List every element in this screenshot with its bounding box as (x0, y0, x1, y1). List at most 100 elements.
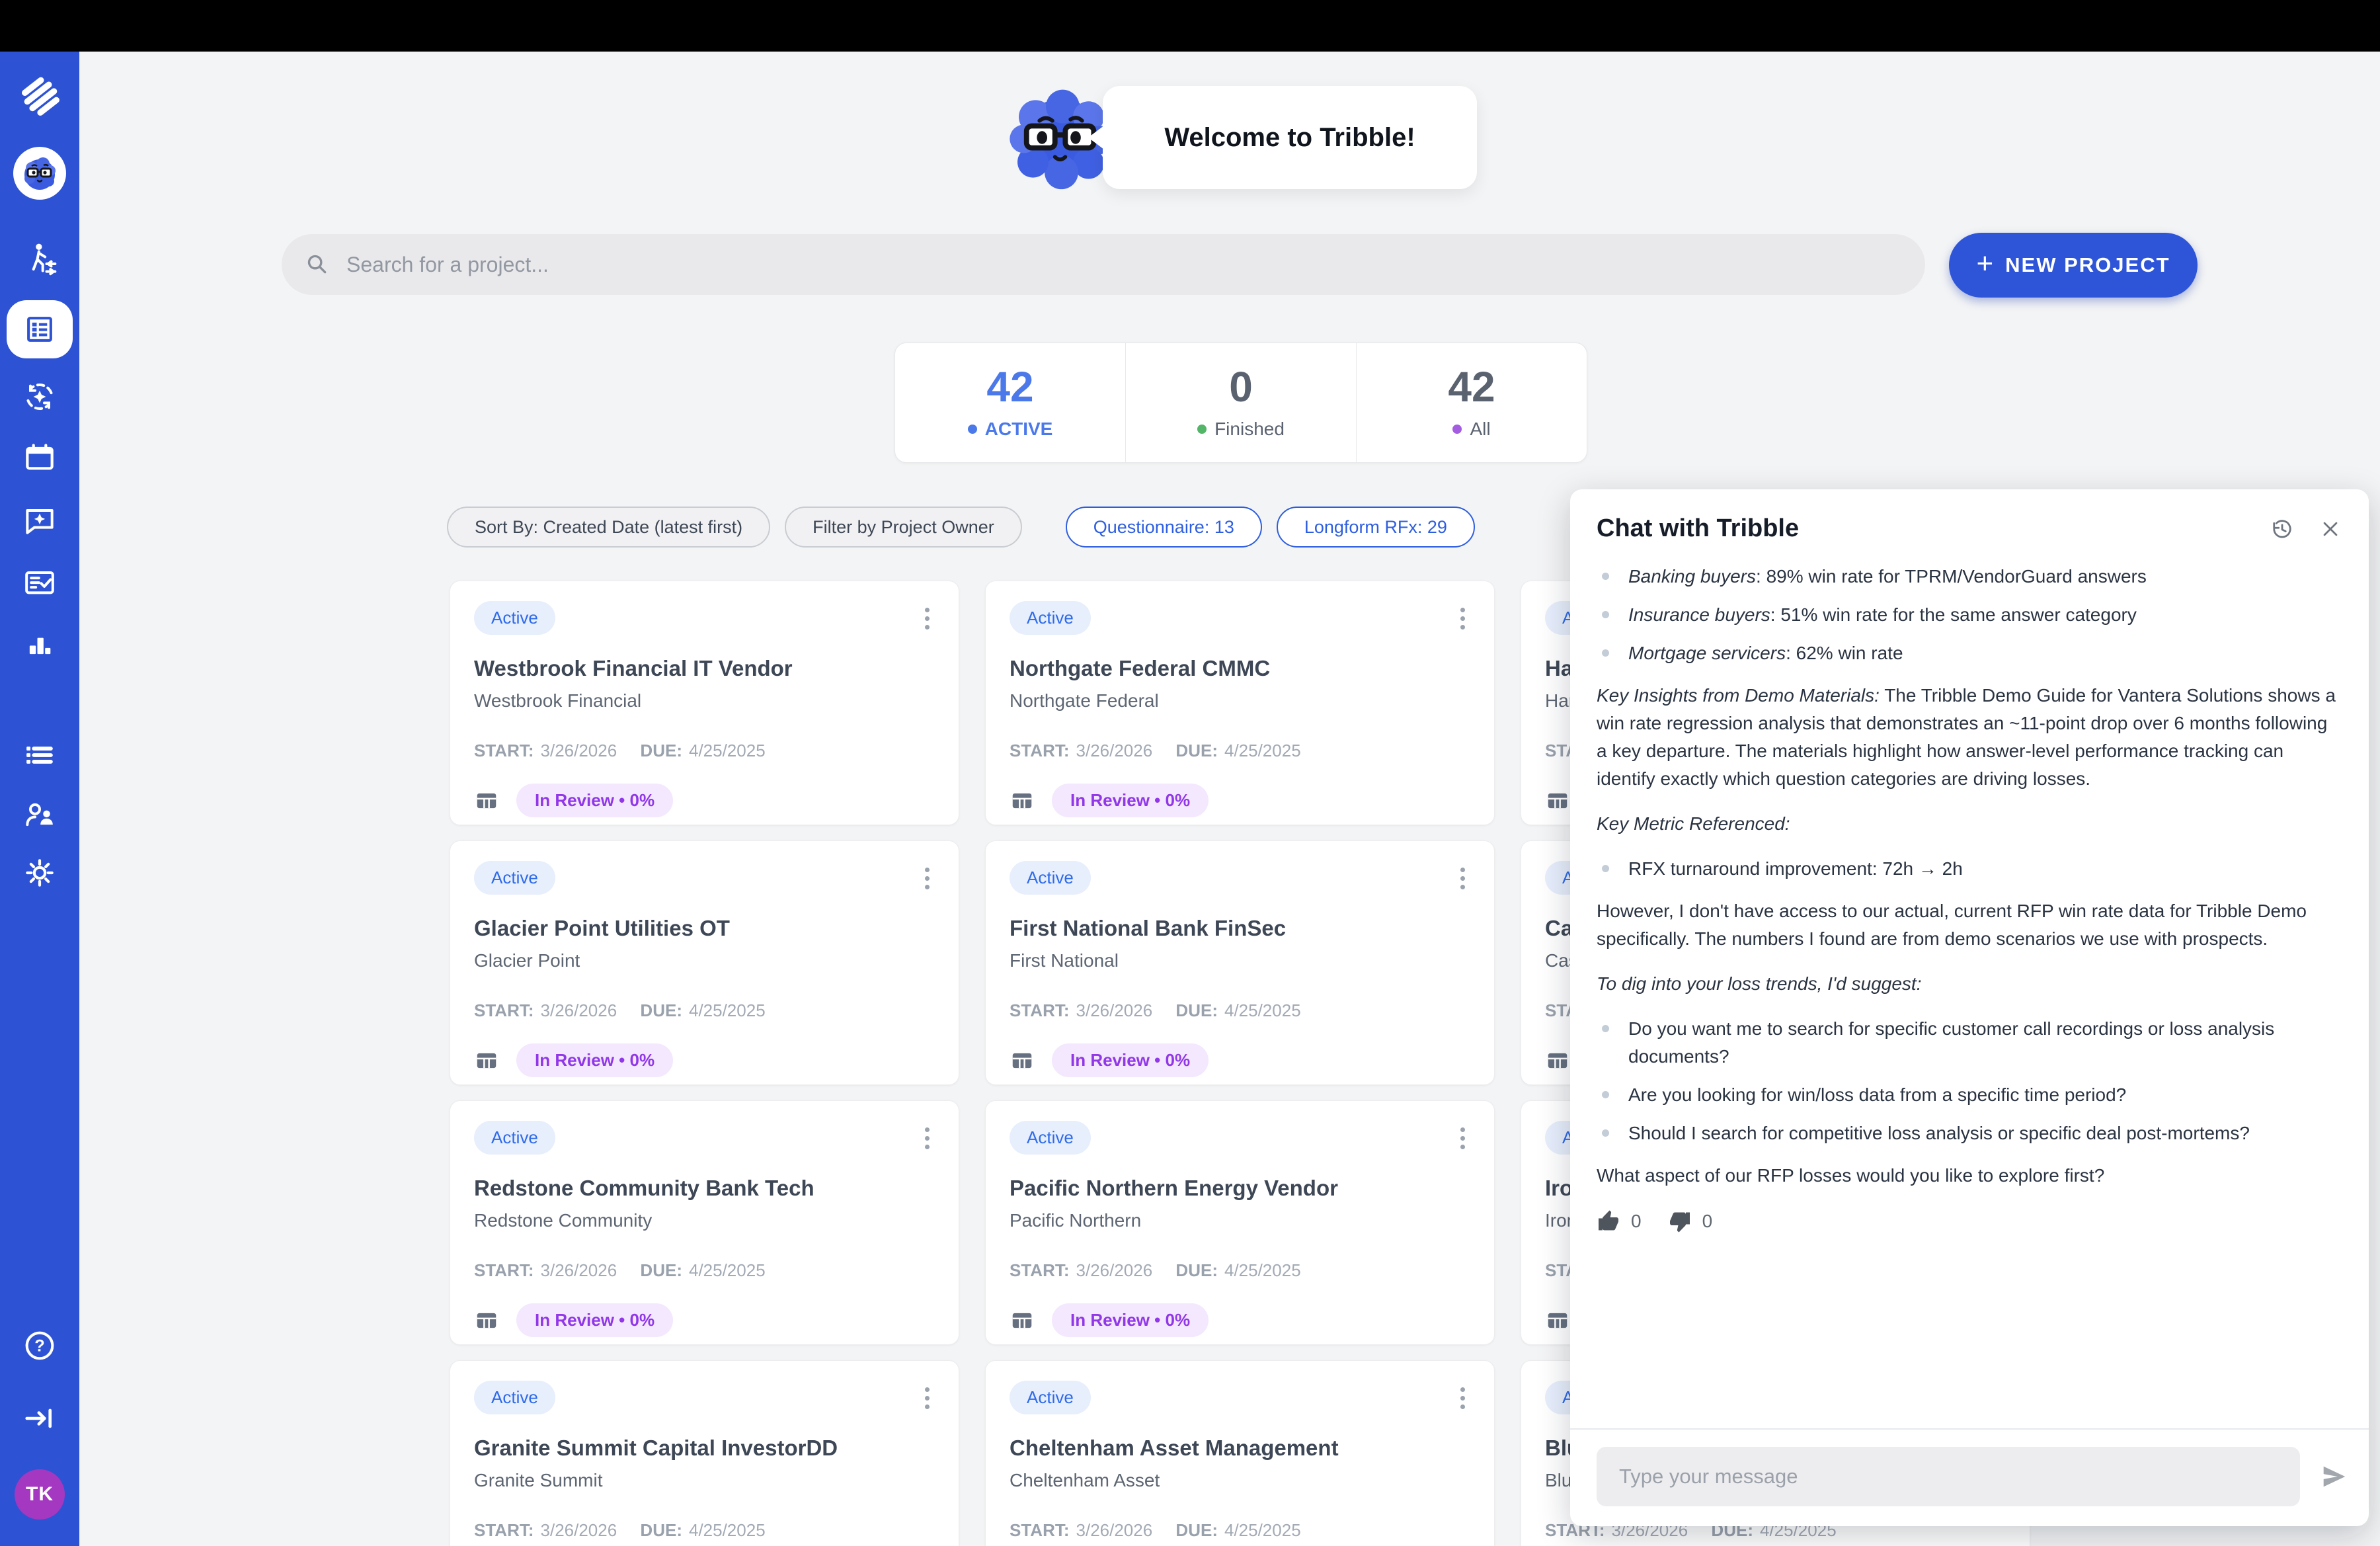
chat-panel: Chat with Tribble Banking buyers: 89% wi… (1570, 489, 2369, 1526)
user-avatar[interactable]: TK (0, 1469, 79, 1520)
filter-chip[interactable]: Sort By: Created Date (latest first) (447, 507, 770, 548)
settings-gear-icon[interactable] (0, 854, 79, 891)
table-icon (474, 1048, 499, 1073)
project-card[interactable]: Active Cheltenham Asset Management Chelt… (985, 1360, 1495, 1546)
main-content: Welcome to Tribble! + NEW PROJECT 42 ACT… (79, 52, 2380, 1546)
handoff-icon[interactable] (0, 241, 79, 278)
project-dates: START:3/26/2026 DUE:4/25/2025 (1010, 1000, 1470, 1021)
project-card[interactable]: Active Pacific Northern Energy Vendor Pa… (985, 1100, 1495, 1345)
chat-bullet-item: RFX turnaround improvement: 72h → 2h (1597, 855, 2342, 883)
stat-item[interactable]: 42 All (1356, 343, 1587, 462)
chat-paragraph: However, I don't have access to our actu… (1597, 897, 2342, 953)
kebab-menu-icon[interactable] (1455, 861, 1470, 896)
review-status-pill: In Review • 0% (516, 784, 673, 817)
chat-bullet-item: Are you looking for win/loss data from a… (1597, 1081, 2342, 1109)
stat-value: 42 (986, 366, 1033, 408)
chat-paragraph: Key Metric Referenced: (1597, 810, 2342, 838)
help-icon[interactable]: ? (0, 1326, 79, 1365)
review-status-pill: In Review • 0% (516, 1303, 673, 1337)
sign-out-icon[interactable] (0, 1399, 79, 1438)
project-title: Granite Summit Capital InvestorDD (474, 1436, 935, 1461)
stat-item[interactable]: 42 ACTIVE (895, 343, 1125, 462)
project-client: Cheltenham Asset (1010, 1470, 1470, 1491)
analytics-icon[interactable] (0, 626, 79, 663)
project-card[interactable]: Active First National Bank FinSec First … (985, 840, 1495, 1085)
project-client: Redstone Community (474, 1210, 935, 1231)
calendar-icon[interactable] (0, 439, 79, 476)
chat-input-row (1570, 1428, 2369, 1526)
project-title: Westbrook Financial IT Vendor (474, 656, 935, 681)
chat-message: Banking buyers: 89% win rate for TPRM/Ve… (1570, 543, 2369, 1207)
new-project-button[interactable]: + NEW PROJECT (1949, 233, 2198, 298)
history-icon[interactable] (2268, 515, 2296, 543)
status-badge: Active (474, 1121, 555, 1155)
review-status-pill: In Review • 0% (516, 1043, 673, 1077)
project-client: Westbrook Financial (474, 690, 935, 712)
chat-bullet-item: Insurance buyers: 51% win rate for the s… (1597, 601, 2342, 629)
stat-item[interactable]: 0 Finished (1125, 343, 1356, 462)
window-top-bar (0, 0, 2380, 52)
user-initials: TK (15, 1469, 65, 1520)
chat-bullet-list: RFX turnaround improvement: 72h → 2h (1597, 855, 2342, 883)
sync-icon[interactable] (0, 378, 79, 415)
thumbs-up-icon[interactable] (1597, 1209, 1620, 1233)
project-client: Granite Summit (474, 1470, 935, 1491)
chat-bullet-item: Mortgage servicers: 62% win rate (1597, 639, 2342, 667)
content-library-icon[interactable] (0, 737, 79, 774)
stat-dot-icon (1452, 425, 1462, 434)
chat-bullet-item: Banking buyers: 89% win rate for TPRM/Ve… (1597, 563, 2342, 590)
kebab-menu-icon[interactable] (1455, 601, 1470, 636)
filter-chip[interactable]: Longform RFx: 29 (1277, 507, 1475, 548)
project-card[interactable]: Active Granite Summit Capital InvestorDD… (450, 1360, 959, 1546)
chat-bullet-list: Do you want me to search for specific cu… (1597, 1015, 2342, 1147)
table-icon (1545, 788, 1570, 813)
filter-chips: Sort By: Created Date (latest first) Filt… (447, 507, 1475, 548)
project-dates: START:3/26/2026 DUE:4/25/2025 (1010, 1520, 1470, 1541)
filter-chip[interactable]: Filter by Project Owner (785, 507, 1022, 548)
search-icon (304, 251, 331, 278)
kebab-menu-icon[interactable] (920, 1121, 935, 1156)
plus-icon: + (1976, 249, 1993, 278)
tribble-logo-icon[interactable] (0, 74, 79, 116)
filter-chip[interactable]: Questionnaire: 13 (1066, 507, 1262, 548)
chat-message-input[interactable] (1597, 1447, 2300, 1506)
mascot-avatar-icon[interactable] (0, 147, 79, 200)
kebab-menu-icon[interactable] (920, 601, 935, 636)
stat-dot-icon (1197, 425, 1207, 434)
project-card[interactable]: Active Glacier Point Utilities OT Glacie… (450, 840, 959, 1085)
table-icon (1545, 1308, 1570, 1333)
mascot-avatar (13, 147, 66, 200)
stat-value: 42 (1448, 366, 1495, 408)
project-client: First National (1010, 950, 1470, 971)
ai-chat-icon[interactable] (0, 501, 79, 538)
send-icon[interactable] (2319, 1461, 2349, 1492)
table-icon (474, 788, 499, 813)
chat-paragraph: What aspect of our RFP losses would you … (1597, 1162, 2342, 1190)
close-icon[interactable] (2319, 517, 2342, 541)
forms-check-icon[interactable] (0, 563, 79, 600)
thumbs-down-icon[interactable] (1668, 1209, 1692, 1233)
project-client: Glacier Point (474, 950, 935, 971)
kebab-menu-icon[interactable] (920, 861, 935, 896)
project-card[interactable]: Active Redstone Community Bank Tech Reds… (450, 1100, 959, 1345)
project-card[interactable]: Active Northgate Federal CMMC Northgate … (985, 581, 1495, 825)
status-badge: Active (1010, 1121, 1091, 1155)
chat-paragraph: Key Insights from Demo Materials: The Tr… (1597, 682, 2342, 793)
review-status-pill: In Review • 0% (1052, 1043, 1209, 1077)
sidebar-item-projects[interactable] (0, 300, 79, 358)
kebab-menu-icon[interactable] (920, 1381, 935, 1416)
stat-label: Finished (1197, 419, 1285, 440)
team-icon[interactable] (0, 796, 79, 833)
project-search[interactable] (282, 234, 1925, 295)
message-feedback: 0 0 (1570, 1207, 2369, 1249)
stat-value: 0 (1229, 366, 1253, 408)
kebab-menu-icon[interactable] (1455, 1381, 1470, 1416)
project-title: First National Bank FinSec (1010, 916, 1470, 941)
welcome-bubble: Welcome to Tribble! (1103, 86, 1477, 189)
kebab-menu-icon[interactable] (1455, 1121, 1470, 1156)
project-stats-card: 42 ACTIVE 0 Finished 42 All (894, 343, 1587, 463)
project-card[interactable]: Active Westbrook Financial IT Vendor Wes… (450, 581, 959, 825)
app-root: { "colors": { "sidebar": "#2d53d4", "acc… (0, 0, 2380, 1546)
search-input[interactable] (345, 252, 1903, 278)
table-icon (1545, 1048, 1570, 1073)
